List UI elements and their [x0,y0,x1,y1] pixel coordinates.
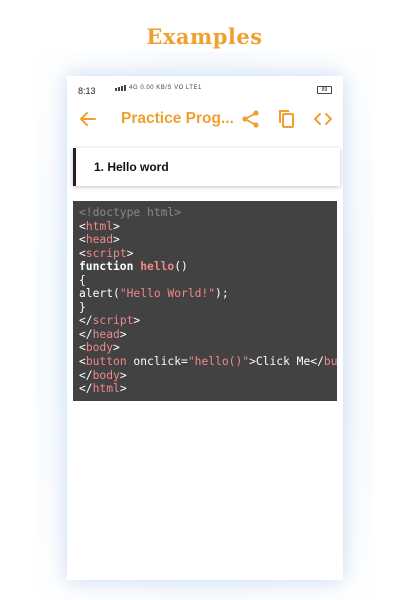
network-type: 4G [129,85,139,91]
code-line: </html> [73,382,337,396]
carrier-label: VO LTE1 [174,85,202,91]
signal-icon [115,85,127,91]
code-token: > [113,341,120,355]
copy-icon[interactable] [276,108,298,130]
code-token: < [79,233,86,247]
phone-screen: 8:13 4G 0.00 KB/S VO LTE1 89 Practice Pr… [67,76,343,580]
snippet-title: 1. Hello word [94,160,169,174]
app-toolbar: Practice Prog... [67,102,343,140]
code-token: button [85,355,134,369]
code-line: <head> [73,233,337,247]
code-block: <!doctype html> <html> <head> <script> funct… [73,201,337,401]
code-token: head [85,233,114,247]
code-line: <body> [73,341,337,355]
code-view-icon[interactable] [312,108,334,130]
code-token: > [133,314,141,328]
code-token: > [119,368,127,382]
code-token: alert( [79,287,120,301]
status-icons: 4G 0.00 KB/S VO LTE1 [115,85,202,91]
code-token: </ [79,382,93,396]
code-token: html [92,382,120,396]
code-line: { [73,274,337,288]
code-token: body [92,368,120,382]
data-rate: 0.00 KB/S [140,85,172,91]
code-token: body [85,341,114,355]
code-token: { [79,273,86,287]
code-line: <script> [73,247,337,261]
code-line: <!doctype html> [73,206,337,220]
code-line: </head> [73,328,337,342]
code-token: onclick= [133,355,188,369]
code-line: function hello() [73,260,337,274]
code-token: button [323,355,337,369]
code-token: > [113,219,120,233]
code-token: head [92,327,120,341]
code-token: html [85,219,114,233]
code-token: function [79,260,141,274]
code-token: </ [79,314,93,328]
code-token: ); [215,287,229,301]
code-line: <html> [73,220,337,234]
code-token: < [79,246,86,260]
code-token: script [85,246,127,260]
snippet-card[interactable]: 1. Hello word [73,148,340,186]
code-token: > [119,327,127,341]
code-token: "Hello World!" [119,287,216,301]
code-line: <button onclick="hello()">Click Me</butt… [73,355,337,369]
status-time: 8:13 [78,86,96,96]
code-token: < [79,341,86,355]
code-token: () [174,260,188,274]
code-token: <!doctype html> [79,206,182,219]
code-token: script [92,314,134,328]
code-token: </ [79,327,93,341]
code-token: >Click Me</ [249,355,324,369]
code-token: > [113,233,120,247]
code-line: alert("Hello World!"); [73,287,337,301]
status-bar: 8:13 4G 0.00 KB/S VO LTE1 89 [67,76,343,102]
code-token: "hello()" [187,355,250,369]
code-token: < [79,355,86,369]
code-line: </script> [73,314,337,328]
code-token: < [79,219,86,233]
code-token: hello [140,260,175,274]
code-line: } [73,301,337,315]
page-title: Examples [146,24,263,49]
share-icon[interactable] [240,108,262,130]
code-token: > [119,382,127,396]
code-token: > [126,246,134,260]
battery-icon: 89 [317,86,332,94]
code-line: </body> [73,369,337,383]
back-arrow-icon[interactable] [77,108,99,130]
code-token: } [79,300,86,314]
toolbar-title: Practice Prog... [121,110,234,127]
code-token: </ [79,368,93,382]
